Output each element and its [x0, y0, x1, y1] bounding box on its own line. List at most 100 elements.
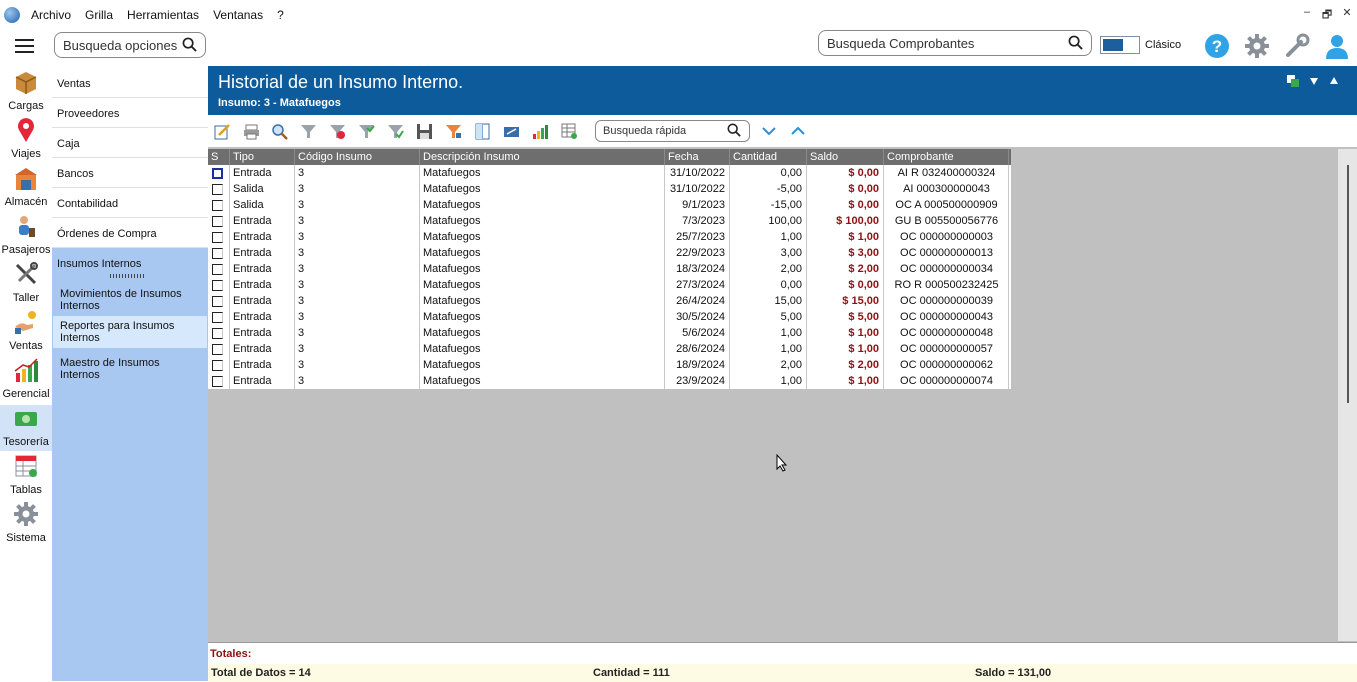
close-button[interactable]: ✕	[1337, 6, 1357, 25]
table-row[interactable]: Salida 3 Matafuegos 9/1/2023 -15,00 $ 0,00 OC …	[208, 197, 1011, 213]
checkbox[interactable]	[212, 232, 223, 243]
help-icon[interactable]: ?	[1204, 33, 1230, 59]
column-header-descripcion[interactable]: Descripción Insumo	[420, 149, 665, 165]
row-select-checkbox[interactable]	[208, 261, 230, 277]
arrow-down-icon[interactable]	[1308, 75, 1320, 87]
filter-icon[interactable]	[300, 123, 317, 140]
table-row[interactable]: Entrada 3 Matafuegos 26/4/2024 15,00 $ 15,00 O…	[208, 293, 1011, 309]
chevron-up-icon[interactable]	[790, 125, 806, 137]
row-select-checkbox[interactable]	[208, 277, 230, 293]
edit-icon[interactable]	[214, 123, 231, 140]
chevron-down-icon[interactable]	[761, 125, 777, 137]
row-select-checkbox[interactable]	[208, 229, 230, 245]
column-header-fecha[interactable]: Fecha	[665, 149, 730, 165]
grid-settings-icon[interactable]	[561, 123, 578, 140]
sidebar-item-gerencial[interactable]: Gerencial	[0, 357, 52, 403]
row-select-checkbox[interactable]	[208, 293, 230, 309]
checkbox[interactable]	[212, 264, 223, 275]
quick-search-input[interactable]: Busqueda rápida	[595, 120, 750, 142]
checkbox[interactable]	[212, 312, 223, 323]
row-select-checkbox[interactable]	[208, 325, 230, 341]
sidebar-item-tablas[interactable]: Tablas	[0, 453, 52, 499]
menu-grilla[interactable]: Grilla	[78, 8, 120, 22]
sidebar-item-cargas[interactable]: Cargas	[0, 69, 52, 115]
gear-icon[interactable]	[1244, 33, 1270, 59]
sidebar-item-almacen[interactable]: Almacén	[0, 165, 52, 211]
menu-item-ordenes-compra[interactable]: Órdenes de Compra	[52, 218, 208, 248]
sidebar-item-taller[interactable]: Taller	[0, 261, 52, 307]
sidebar-item-ventas[interactable]: Ventas	[0, 309, 52, 355]
checkbox[interactable]	[212, 360, 223, 371]
row-select-checkbox[interactable]	[208, 309, 230, 325]
menu-herramientas[interactable]: Herramientas	[120, 8, 206, 22]
column-header-comprobante[interactable]: Comprobante	[884, 149, 1009, 165]
checkbox[interactable]	[212, 280, 223, 291]
minimize-button[interactable]: –	[1297, 6, 1317, 25]
menu-item-caja[interactable]: Caja	[52, 128, 208, 158]
row-select-checkbox[interactable]	[208, 181, 230, 197]
sidebar-item-pasajeros[interactable]: Pasajeros	[0, 213, 52, 259]
table-row[interactable]: Entrada 3 Matafuegos 25/7/2023 1,00 $ 1,00 OC …	[208, 229, 1011, 245]
search-icon[interactable]	[727, 123, 741, 137]
menu-ventanas[interactable]: Ventanas	[206, 8, 270, 22]
submenu-movimientos[interactable]: Movimientos de Insumos Internos	[53, 284, 207, 316]
menu-item-proveedores[interactable]: Proveedores	[52, 98, 208, 128]
menu-archivo[interactable]: Archivo	[24, 8, 78, 22]
checkbox[interactable]	[212, 376, 223, 387]
table-row[interactable]: Entrada 3 Matafuegos 28/6/2024 1,00 $ 1,00 OC …	[208, 341, 1011, 357]
table-row[interactable]: Entrada 3 Matafuegos 27/3/2024 0,00 $ 0,00 RO …	[208, 277, 1011, 293]
chart-icon[interactable]	[532, 123, 549, 140]
row-select-checkbox[interactable]	[208, 165, 230, 181]
table-row[interactable]: Entrada 3 Matafuegos 23/9/2024 1,00 $ 1,00 OC …	[208, 373, 1011, 389]
export-icon[interactable]	[1287, 75, 1299, 87]
hamburger-menu-icon[interactable]	[15, 39, 34, 53]
sidebar-item-tesoreria[interactable]: Tesorería	[0, 405, 52, 451]
checkbox[interactable]	[212, 216, 223, 227]
remove-filter-icon[interactable]	[329, 123, 346, 140]
row-select-checkbox[interactable]	[208, 197, 230, 213]
column-header-s[interactable]: S	[208, 149, 230, 165]
check-filter-icon[interactable]	[387, 123, 404, 140]
table-row[interactable]: Entrada 3 Matafuegos 7/3/2023 100,00 $ 100,00…	[208, 213, 1011, 229]
checkbox[interactable]	[212, 328, 223, 339]
search-icon[interactable]	[182, 37, 197, 52]
table-row[interactable]: Entrada 3 Matafuegos 31/10/2022 0,00 $ 0,00 AI…	[208, 165, 1011, 181]
menu-item-contabilidad[interactable]: Contabilidad	[52, 188, 208, 218]
wrench-icon[interactable]	[1284, 33, 1310, 59]
table-row[interactable]: Entrada 3 Matafuegos 18/9/2024 2,00 $ 2,00 OC …	[208, 357, 1011, 373]
vertical-scrollbar[interactable]	[1338, 149, 1357, 641]
print-icon[interactable]	[243, 123, 260, 140]
submenu-reportes[interactable]: Reportes para Insumos Internos	[53, 316, 207, 348]
submenu-maestro[interactable]: Maestro de Insumos Internos	[53, 353, 207, 381]
table-row[interactable]: Entrada 3 Matafuegos 5/6/2024 1,00 $ 1,00 OC 0…	[208, 325, 1011, 341]
card-icon[interactable]	[503, 123, 520, 140]
menu-item-bancos[interactable]: Bancos	[52, 158, 208, 188]
user-icon[interactable]	[1324, 33, 1350, 59]
search-options-input[interactable]: Busqueda opciones	[54, 32, 206, 58]
sort-filter-icon[interactable]	[445, 123, 462, 140]
column-header-saldo[interactable]: Saldo	[807, 149, 884, 165]
row-select-checkbox[interactable]	[208, 373, 230, 389]
table-row[interactable]: Entrada 3 Matafuegos 30/5/2024 5,00 $ 5,00 OC …	[208, 309, 1011, 325]
arrow-up-icon[interactable]	[1328, 75, 1340, 87]
search-icon[interactable]	[1068, 35, 1083, 50]
checkbox[interactable]	[212, 184, 223, 195]
checkbox[interactable]	[212, 248, 223, 259]
row-select-checkbox[interactable]	[208, 341, 230, 357]
sidebar-item-viajes[interactable]: Viajes	[0, 117, 52, 163]
table-row[interactable]: Entrada 3 Matafuegos 18/3/2024 2,00 $ 2,00 OC …	[208, 261, 1011, 277]
row-select-checkbox[interactable]	[208, 357, 230, 373]
column-header-cantidad[interactable]: Cantidad	[730, 149, 807, 165]
search-icon[interactable]	[271, 123, 288, 140]
table-row[interactable]: Entrada 3 Matafuegos 22/9/2023 3,00 $ 3,00 OC …	[208, 245, 1011, 261]
row-select-checkbox[interactable]	[208, 245, 230, 261]
column-header-tipo[interactable]: Tipo	[230, 149, 295, 165]
sidebar-item-sistema[interactable]: Sistema	[0, 501, 52, 547]
column-header-codigo[interactable]: Código Insumo	[295, 149, 420, 165]
save-icon[interactable]	[416, 123, 433, 140]
row-select-checkbox[interactable]	[208, 213, 230, 229]
columns-icon[interactable]	[474, 123, 491, 140]
table-row[interactable]: Salida 3 Matafuegos 31/10/2022 -5,00 $ 0,00 AI…	[208, 181, 1011, 197]
splitter-grip[interactable]	[110, 274, 146, 278]
checkbox[interactable]	[212, 296, 223, 307]
